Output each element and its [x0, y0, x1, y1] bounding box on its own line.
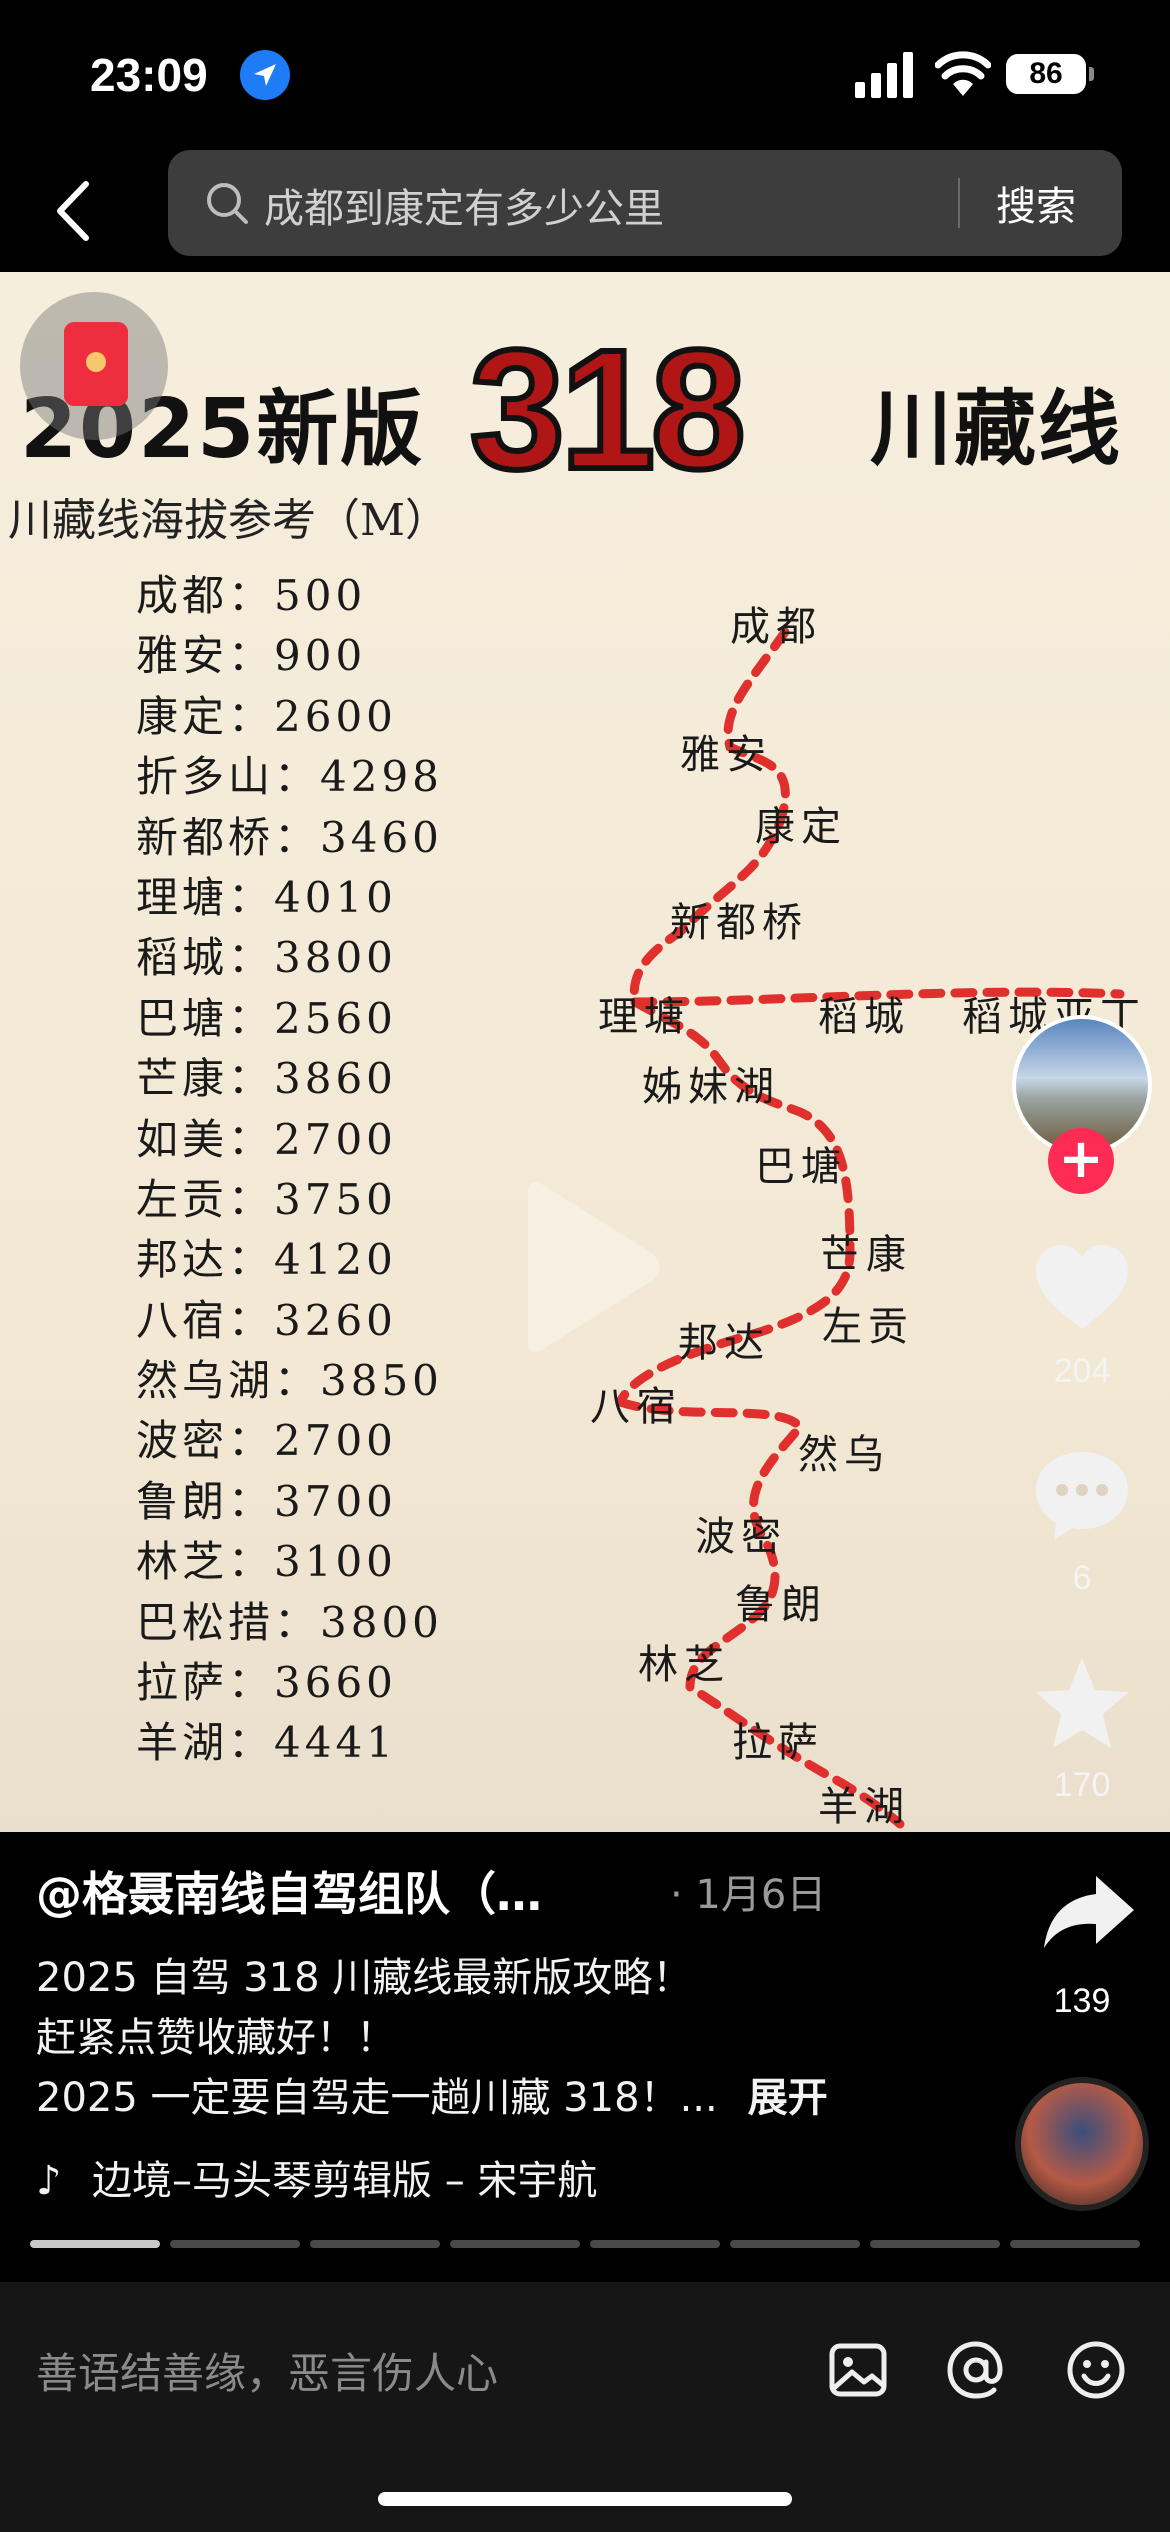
- title-number: 318: [467, 312, 749, 508]
- place-basu: 八宿: [590, 1384, 682, 1430]
- battery-icon: 86: [1006, 54, 1094, 94]
- progress-segment: [450, 2240, 580, 2248]
- home-indicator[interactable]: [378, 2492, 792, 2506]
- altitude-item: 八宿：3260: [136, 1295, 397, 1345]
- altitude-item: 邦达：4120: [136, 1235, 397, 1285]
- video-progress-bar[interactable]: [30, 2240, 1140, 2248]
- place-yaan: 雅安: [680, 732, 772, 778]
- altitude-item: 如美：2700: [136, 1114, 397, 1164]
- search-input[interactable]: 成都到康定有多少公里 搜索: [168, 150, 1122, 256]
- desc-line: 赶紧点赞收藏好！！: [36, 2015, 396, 2061]
- comment-input[interactable]: 善语结善缘，恶言伤人心: [36, 2340, 498, 2401]
- place-zimeihu: 姊妹湖: [642, 1064, 780, 1110]
- place-ranwu: 然乌: [798, 1432, 890, 1478]
- status-time: 23:09: [90, 49, 208, 101]
- comment-count: 6: [1072, 1559, 1092, 1597]
- desc-line: 2025 自驾 318 川藏线最新版攻略！: [36, 1955, 693, 2001]
- place-batang: 巴塘: [755, 1144, 847, 1190]
- music-disc[interactable]: [1015, 2077, 1149, 2211]
- comment-bar: 善语结善缘，恶言伤人心: [0, 2282, 1170, 2532]
- altitude-item: 鲁朗：3700: [136, 1476, 397, 1526]
- red-envelope-icon: [64, 322, 128, 406]
- altitude-item: 折多山：4298: [136, 752, 443, 802]
- altitude-item: 波密：2700: [136, 1416, 397, 1466]
- place-bangda: 邦达: [678, 1320, 770, 1366]
- progress-segment: [1010, 2240, 1140, 2248]
- progress-segment: [310, 2240, 440, 2248]
- post-description: 2025 自驾 318 川藏线最新版攻略！ 赶紧点赞收藏好！！ 2025 一定要…: [36, 1948, 828, 2128]
- progress-segment: [730, 2240, 860, 2248]
- place-chengdu: 成都: [730, 604, 822, 650]
- place-mangkang: 芒康: [820, 1232, 912, 1278]
- place-daocheng: 稻城: [818, 994, 910, 1040]
- altitude-item: 雅安：900: [136, 631, 367, 681]
- altitude-item: 羊湖：4441: [136, 1718, 397, 1768]
- progress-segment: [170, 2240, 300, 2248]
- title-right: 川藏线: [870, 382, 1123, 477]
- place-lulang: 鲁朗: [735, 1582, 827, 1628]
- share-arrow-icon[interactable]: [1040, 1872, 1136, 1952]
- search-header: 成都到康定有多少公里 搜索: [0, 150, 1170, 272]
- altitude-item: 成都：500: [136, 571, 367, 620]
- altitude-item: 康定：2600: [136, 691, 397, 741]
- altitude-heading: 川藏线海拔参考（M）: [8, 495, 450, 546]
- author-name[interactable]: @格聂南线自驾组队（…: [36, 1858, 542, 1924]
- search-divider: [958, 178, 960, 228]
- place-linzhi: 林芝: [638, 1642, 730, 1688]
- status-bar: 23:09 86: [0, 0, 1170, 150]
- place-yanghu: 羊湖: [818, 1784, 910, 1830]
- progress-segment: [870, 2240, 1000, 2248]
- image-icon[interactable]: [826, 2338, 890, 2402]
- mention-at-icon[interactable]: [944, 2338, 1008, 2402]
- comment-bubble-icon[interactable]: [1030, 1444, 1134, 1548]
- search-button[interactable]: 搜索: [996, 174, 1076, 232]
- place-xinduqiao: 新都桥: [670, 900, 808, 946]
- progress-segment: [30, 2240, 160, 2248]
- desc-line-3: 2025 一定要自驾走一趟川藏 318！... 展开: [36, 2068, 828, 2128]
- play-icon[interactable]: [508, 1172, 668, 1362]
- like-heart-icon[interactable]: [1030, 1237, 1134, 1341]
- altitude-item: 巴松措：3800: [136, 1597, 443, 1647]
- place-zuogong: 左贡: [822, 1304, 914, 1350]
- video-info: @格聂南线自驾组队（… · 1月6日 139 2025 自驾 318 川藏线最新…: [0, 1832, 1170, 2282]
- search-query-text: 成都到康定有多少公里: [264, 186, 664, 232]
- video-title-banner: 2025新版 318 川藏线: [0, 302, 1170, 508]
- cellular-signal-icon: [855, 52, 913, 98]
- back-arrow-icon[interactable]: [50, 178, 96, 244]
- emoji-icon[interactable]: [1064, 2338, 1128, 2402]
- location-arrow-icon: [240, 50, 290, 100]
- search-icon: [207, 183, 248, 224]
- place-lasa: 拉萨: [732, 1720, 824, 1766]
- progress-segment: [590, 2240, 720, 2248]
- favorite-count: 170: [1053, 1766, 1111, 1804]
- place-litang: 理塘: [598, 994, 690, 1040]
- music-note-icon: ♪: [36, 2158, 62, 2204]
- desc-line: 2025 一定要自驾走一趟川藏 318！...: [36, 2075, 718, 2121]
- place-kangding: 康定: [755, 804, 847, 850]
- altitude-item: 理塘：4010: [136, 872, 397, 922]
- altitude-item: 拉萨：3660: [136, 1658, 397, 1708]
- altitude-item: 林芝：3100: [136, 1537, 397, 1587]
- expand-button[interactable]: 展开: [748, 2075, 828, 2121]
- altitude-item: 巴塘：2560: [136, 993, 397, 1043]
- place-bomi: 波密: [695, 1514, 787, 1560]
- altitude-item: 新都桥：3460: [136, 812, 443, 862]
- altitude-item: 左贡：3750: [136, 1174, 397, 1224]
- like-count: 204: [1053, 1352, 1111, 1390]
- altitude-item: 然乌湖：3850: [136, 1356, 443, 1406]
- music-title: 边境–马头琴剪辑版 – 宋宇航: [92, 2158, 598, 2204]
- altitude-item: 芒康：3860: [136, 1054, 397, 1104]
- video-player[interactable]: 2025新版 318 川藏线 川藏线海拔参考（M） 成都：500 雅安：900 …: [0, 272, 1170, 1832]
- follow-button[interactable]: +: [1048, 1128, 1114, 1194]
- favorite-star-icon[interactable]: [1030, 1652, 1134, 1756]
- wifi-icon: [935, 51, 991, 96]
- altitude-list: 成都：500 雅安：900 康定：2600 折多山：4298 新都桥：3460 …: [136, 562, 443, 1770]
- altitude-item: 稻城：3800: [136, 933, 397, 983]
- post-date: · 1月6日: [670, 1872, 827, 1918]
- red-packet-button[interactable]: [20, 292, 168, 440]
- music-info[interactable]: ♪ 边境–马头琴剪辑版 – 宋宇航: [36, 2148, 597, 2206]
- share-count: 139: [1053, 1982, 1111, 2020]
